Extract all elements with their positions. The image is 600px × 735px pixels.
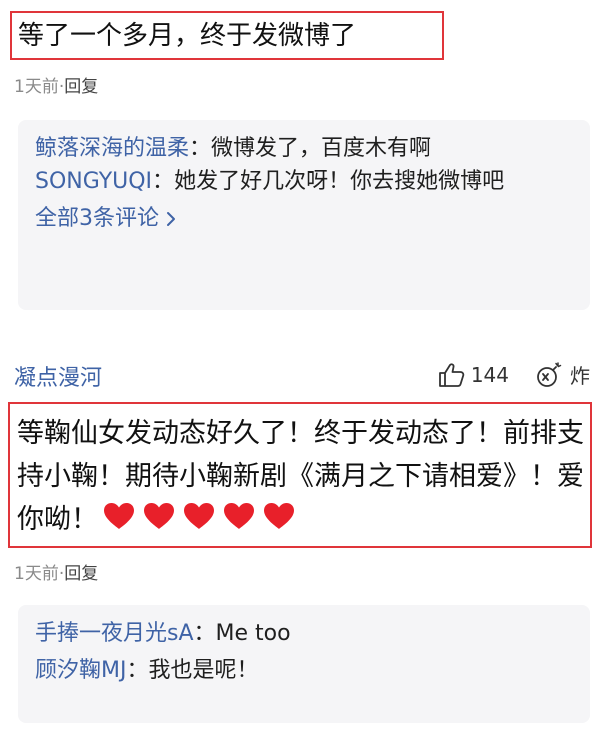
reply-username[interactable]: 手捧一夜月光sA xyxy=(35,621,194,646)
thumbs-up-icon xyxy=(438,362,465,387)
comment-meta: 1天前·回复 xyxy=(14,72,98,97)
comment-username[interactable]: 凝点漫河 xyxy=(14,360,102,392)
comment-meta: 1天前·回复 xyxy=(14,559,98,584)
heart-icon xyxy=(142,501,176,531)
reply-button[interactable]: 回复 xyxy=(64,77,98,97)
comment-text: 等了一个多月，终于发微博了 xyxy=(18,21,357,51)
like-button[interactable]: 144 xyxy=(438,362,509,388)
reply-username[interactable]: 顾汐鞠MJ xyxy=(35,658,126,683)
reply-text: 微博发了，百度木有啊 xyxy=(211,136,432,161)
heart-icon xyxy=(222,501,256,531)
highlight-box-comment-2: 等鞠仙女发动态好久了！终于发动态了！前排支持小鞠！期待小鞠新剧《满月之下请相爱》… xyxy=(8,402,592,548)
heart-icon xyxy=(182,501,216,531)
reply-colon: ： xyxy=(126,658,149,683)
comment-time: 1天前 xyxy=(14,564,59,584)
heart-emojis xyxy=(102,501,296,531)
highlight-box-comment-1: 等了一个多月，终于发微博了 xyxy=(10,11,444,60)
comment-body: 等鞠仙女发动态好久了！终于发动态了！前排支持小鞠！期待小鞠新剧《满月之下请相爱》… xyxy=(17,412,590,541)
bomb-icon xyxy=(537,361,562,387)
reply-username[interactable]: 鲸落深海的温柔 xyxy=(35,136,189,161)
reply-item: SONGYUQI：她发了好几次呀！你去搜她微博吧 xyxy=(35,165,580,198)
reply-item: 手捧一夜月光sA：Me too xyxy=(35,617,590,650)
reply-text: Me too xyxy=(215,621,291,646)
reply-button[interactable]: 回复 xyxy=(64,564,98,584)
like-count: 144 xyxy=(470,362,509,387)
heart-icon xyxy=(102,501,136,531)
heart-icon xyxy=(262,501,296,531)
bomb-button[interactable]: 炸 xyxy=(535,360,590,389)
reply-item: 顾汐鞠MJ：我也是呢！ xyxy=(35,654,590,687)
comment-time: 1天前 xyxy=(14,77,59,97)
bomb-label: 炸 xyxy=(570,364,590,388)
comment-actions: 144 炸 xyxy=(438,360,590,389)
chevron-right-icon xyxy=(167,211,175,226)
reply-text: 我也是呢！ xyxy=(148,658,259,683)
reply-thread: 手捧一夜月光sA：Me too 顾汐鞠MJ：我也是呢！ xyxy=(18,605,590,723)
see-all-label: 全部3条评论 xyxy=(35,206,159,231)
reply-colon: ： xyxy=(189,136,212,161)
reply-username[interactable]: SONGYUQI xyxy=(35,169,152,194)
see-all-replies-link[interactable]: 全部3条评论 xyxy=(35,202,590,235)
reply-thread: 鲸落深海的温柔：微博发了，百度木有啊 SONGYUQI：她发了好几次呀！你去搜她… xyxy=(18,120,590,310)
reply-colon: ： xyxy=(193,621,216,646)
reply-item: 鲸落深海的温柔：微博发了，百度木有啊 xyxy=(35,132,590,165)
reply-text: 她发了好几次呀！你去搜她微博吧 xyxy=(174,169,505,194)
reply-colon: ： xyxy=(152,169,175,194)
